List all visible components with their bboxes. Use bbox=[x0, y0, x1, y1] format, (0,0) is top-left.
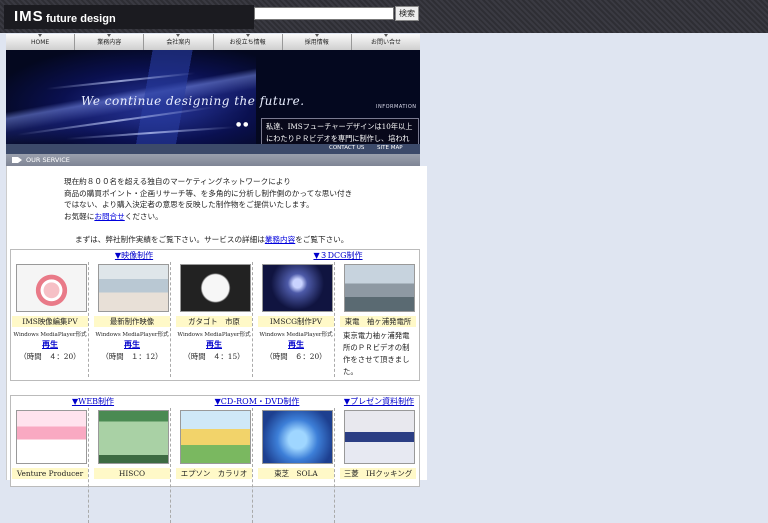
nav-item-contact[interactable]: お問い合せ bbox=[351, 34, 421, 50]
intro-services-line: まずは、弊社制作実績をご覧下さい。サービスの詳細は業務内容をご覧下さい。 bbox=[75, 235, 349, 244]
sub-nav: CONTACT US SITE MAP bbox=[6, 144, 420, 154]
play-link[interactable]: 再生 bbox=[257, 339, 335, 350]
contact-us-link[interactable]: CONTACT US bbox=[329, 145, 364, 151]
logo-tagline-text: future design bbox=[46, 13, 116, 25]
search-input[interactable] bbox=[254, 7, 394, 20]
work-thumbnail[interactable] bbox=[16, 264, 87, 312]
nav-item-services[interactable]: 業務内容 bbox=[75, 34, 145, 50]
nav-item-company[interactable]: 会社案内 bbox=[144, 34, 214, 50]
section-head-cdrom[interactable]: ▼CD-ROM・DVD制作 bbox=[175, 396, 339, 407]
work-card: 東電 袖ヶ浦発電所 東京電力袖ヶ浦発電所のＰＲビデオの制作をさせて頂きました。 bbox=[339, 262, 419, 377]
contact-inline-link[interactable]: お問合せ bbox=[94, 212, 124, 221]
work-thumbnail[interactable] bbox=[180, 410, 251, 464]
work-thumbnail[interactable] bbox=[16, 410, 87, 464]
site-logo[interactable]: IMS future design bbox=[4, 5, 254, 29]
nav-item-home[interactable]: HOME bbox=[6, 34, 76, 50]
main-content: 現在約８００名を超える独自のマーケティングネットワークにより 商品の購買ポイント… bbox=[6, 166, 427, 523]
work-card: ガタゴト 市原 Windows MediaPlayer形式 再生 （時間 ４：1… bbox=[175, 262, 253, 377]
main-nav: HOME 業務内容 会社案内 お役立ち情報 採用情報 お問い合せ bbox=[6, 34, 421, 50]
search-button[interactable]: 検索 bbox=[395, 6, 419, 21]
section-head-3dcg[interactable]: ▼３DCG制作 bbox=[257, 250, 419, 261]
hero-banner: We continue designing the future. ● ● IN… bbox=[6, 50, 420, 144]
logo-ims-text: IMS bbox=[14, 8, 44, 25]
information-label: INFORMATION bbox=[376, 104, 417, 110]
work-card: エプソン カラリオ bbox=[175, 408, 253, 523]
section-head-video[interactable]: ▼映像制作 bbox=[11, 250, 257, 261]
nav-item-useful-info[interactable]: お役立ち情報 bbox=[213, 34, 283, 50]
section-head-presentation[interactable]: ▼プレゼン資料制作 bbox=[339, 396, 419, 407]
site-map-link[interactable]: SITE MAP bbox=[377, 145, 403, 151]
works-section-web: ▼WEB制作 ▼CD-ROM・DVD制作 ▼プレゼン資料制作 Venture P… bbox=[10, 395, 420, 523]
our-service-header: OUR SERVICE bbox=[6, 154, 420, 166]
work-card: IMS映像編集PV Windows MediaPlayer形式 再生 （時間 ４… bbox=[11, 262, 89, 377]
play-link[interactable]: 再生 bbox=[93, 339, 171, 350]
intro-text: 現在約８００名を超える独自のマーケティングネットワークにより 商品の購買ポイント… bbox=[64, 177, 353, 221]
work-thumbnail[interactable] bbox=[98, 410, 169, 464]
work-thumbnail[interactable] bbox=[262, 264, 333, 312]
hero-dots-icon: ● ● bbox=[236, 121, 249, 128]
work-thumbnail[interactable] bbox=[262, 410, 333, 464]
hero-tagline: We continue designing the future. bbox=[81, 94, 305, 108]
information-box: 私達、IMSフューチャーデザインは10年以上にわたりＰＲビデオを専門に制作し、培… bbox=[261, 118, 419, 144]
top-bar: IMS future design 検索 bbox=[0, 0, 768, 33]
work-card: 最新制作映像 Windows MediaPlayer形式 再生 （時間 １：12… bbox=[93, 262, 171, 377]
work-card: 三菱 IHクッキング bbox=[339, 408, 419, 523]
section-head-web[interactable]: ▼WEB制作 bbox=[11, 396, 175, 407]
nav-item-recruit[interactable]: 採用情報 bbox=[282, 34, 352, 50]
play-link[interactable]: 再生 bbox=[175, 339, 253, 350]
work-thumbnail[interactable] bbox=[344, 264, 415, 312]
work-card: IMSCG制作PV Windows MediaPlayer形式 再生 （時間 ６… bbox=[257, 262, 335, 377]
services-inline-link[interactable]: 業務内容 bbox=[265, 235, 295, 244]
work-thumbnail[interactable] bbox=[98, 264, 169, 312]
work-thumbnail[interactable] bbox=[180, 264, 251, 312]
play-link[interactable]: 再生 bbox=[11, 339, 89, 350]
arrow-icon bbox=[12, 157, 22, 163]
work-thumbnail[interactable] bbox=[344, 410, 415, 464]
work-card: HISCO bbox=[93, 408, 171, 523]
work-card: Venture Producer bbox=[11, 408, 89, 523]
work-card: 東芝 SOLA bbox=[257, 408, 335, 523]
works-section-video: ▼映像制作 ▼３DCG制作 IMS映像編集PV Windows MediaPla… bbox=[10, 249, 420, 381]
